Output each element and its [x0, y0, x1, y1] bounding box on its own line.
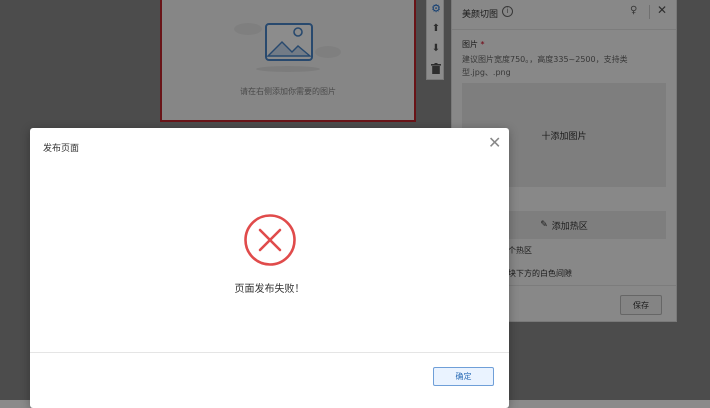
close-icon[interactable]: ✕ [488, 133, 501, 152]
dialog-divider [30, 352, 509, 353]
confirm-button[interactable]: 确定 [433, 367, 494, 386]
dialog-title: 发布页面 [43, 144, 80, 154]
publish-dialog: 发布页面 ✕ 页面发布失败！ 确定 [30, 128, 509, 408]
dialog-message: 页面发布失败！ [234, 284, 305, 295]
error-icon [244, 214, 296, 266]
